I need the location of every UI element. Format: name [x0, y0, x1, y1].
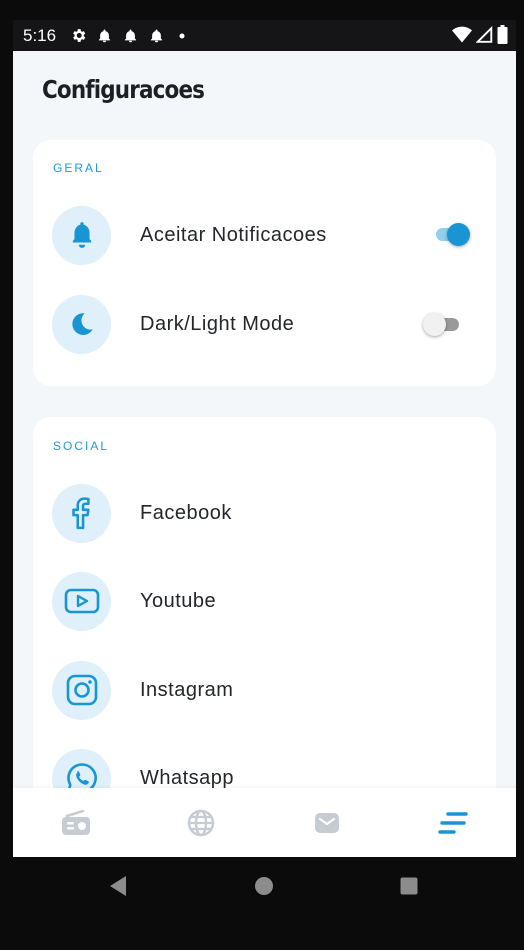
status-bar: 5:16 [13, 20, 516, 51]
settings-lines-icon [438, 812, 468, 834]
tab-settings[interactable] [436, 806, 470, 840]
tab-globe[interactable] [184, 806, 218, 840]
toggle-thumb [447, 223, 470, 246]
facebook-label: Facebook [140, 501, 232, 524]
bell-icon [120, 26, 140, 46]
tab-mail[interactable] [310, 806, 344, 840]
instagram-label: Instagram [140, 678, 234, 701]
battery-icon [497, 25, 508, 48]
home-circle-icon [255, 877, 273, 895]
bell-icon [94, 26, 114, 46]
facebook-icon [52, 483, 111, 543]
nav-back-button[interactable] [106, 874, 130, 898]
app-screen: 5:16 Configuracoes GERAL Aceitar Notific… [13, 20, 516, 857]
status-time: 5:16 [23, 25, 57, 45]
bottom-tab-bar [13, 788, 516, 857]
section-label-social: SOCIAL [53, 439, 110, 453]
youtube-icon [52, 571, 111, 631]
instagram-icon [52, 660, 111, 720]
system-nav-bar [0, 857, 524, 917]
status-right-icons [452, 25, 508, 48]
youtube-label: Youtube [140, 589, 217, 612]
notifications-row[interactable]: Aceitar Notificacoes [52, 205, 482, 265]
wifi-icon [452, 26, 472, 48]
bell-icon [146, 26, 166, 46]
moon-icon [52, 294, 111, 354]
bell-icon [52, 205, 111, 265]
instagram-row[interactable]: Instagram [52, 660, 482, 720]
dot-icon [172, 26, 192, 46]
gear-icon [68, 26, 88, 46]
mail-icon [315, 813, 339, 833]
back-triangle-icon [110, 876, 126, 896]
dark-mode-row[interactable]: Dark/Light Mode [52, 294, 482, 354]
cell-signal-icon [475, 25, 493, 48]
facebook-row[interactable]: Facebook [52, 483, 482, 543]
notifications-label: Aceitar Notificacoes [140, 223, 327, 246]
radio-icon [62, 810, 90, 835]
page-title: Configuracoes [42, 75, 205, 104]
globe-icon [187, 809, 215, 837]
section-label-geral: GERAL [53, 161, 104, 175]
whatsapp-label: Whatsapp [140, 766, 235, 789]
recents-square-icon [400, 877, 418, 895]
youtube-row[interactable]: Youtube [52, 571, 482, 631]
phone-device: 5:16 Configuracoes GERAL Aceitar Notific… [0, 0, 524, 950]
geral-card: GERAL Aceitar Notificacoes Dark/Light Mo… [33, 140, 496, 386]
dark-mode-label: Dark/Light Mode [140, 312, 295, 335]
social-card: SOCIAL Facebook Youtube Instagram Whatsa… [33, 417, 496, 817]
dark-mode-toggle[interactable] [423, 313, 465, 336]
toggle-thumb [423, 313, 446, 336]
tab-radio[interactable] [59, 806, 93, 840]
nav-home-button[interactable] [252, 874, 276, 898]
nav-recents-button[interactable] [397, 874, 421, 898]
notifications-toggle[interactable] [432, 223, 474, 246]
